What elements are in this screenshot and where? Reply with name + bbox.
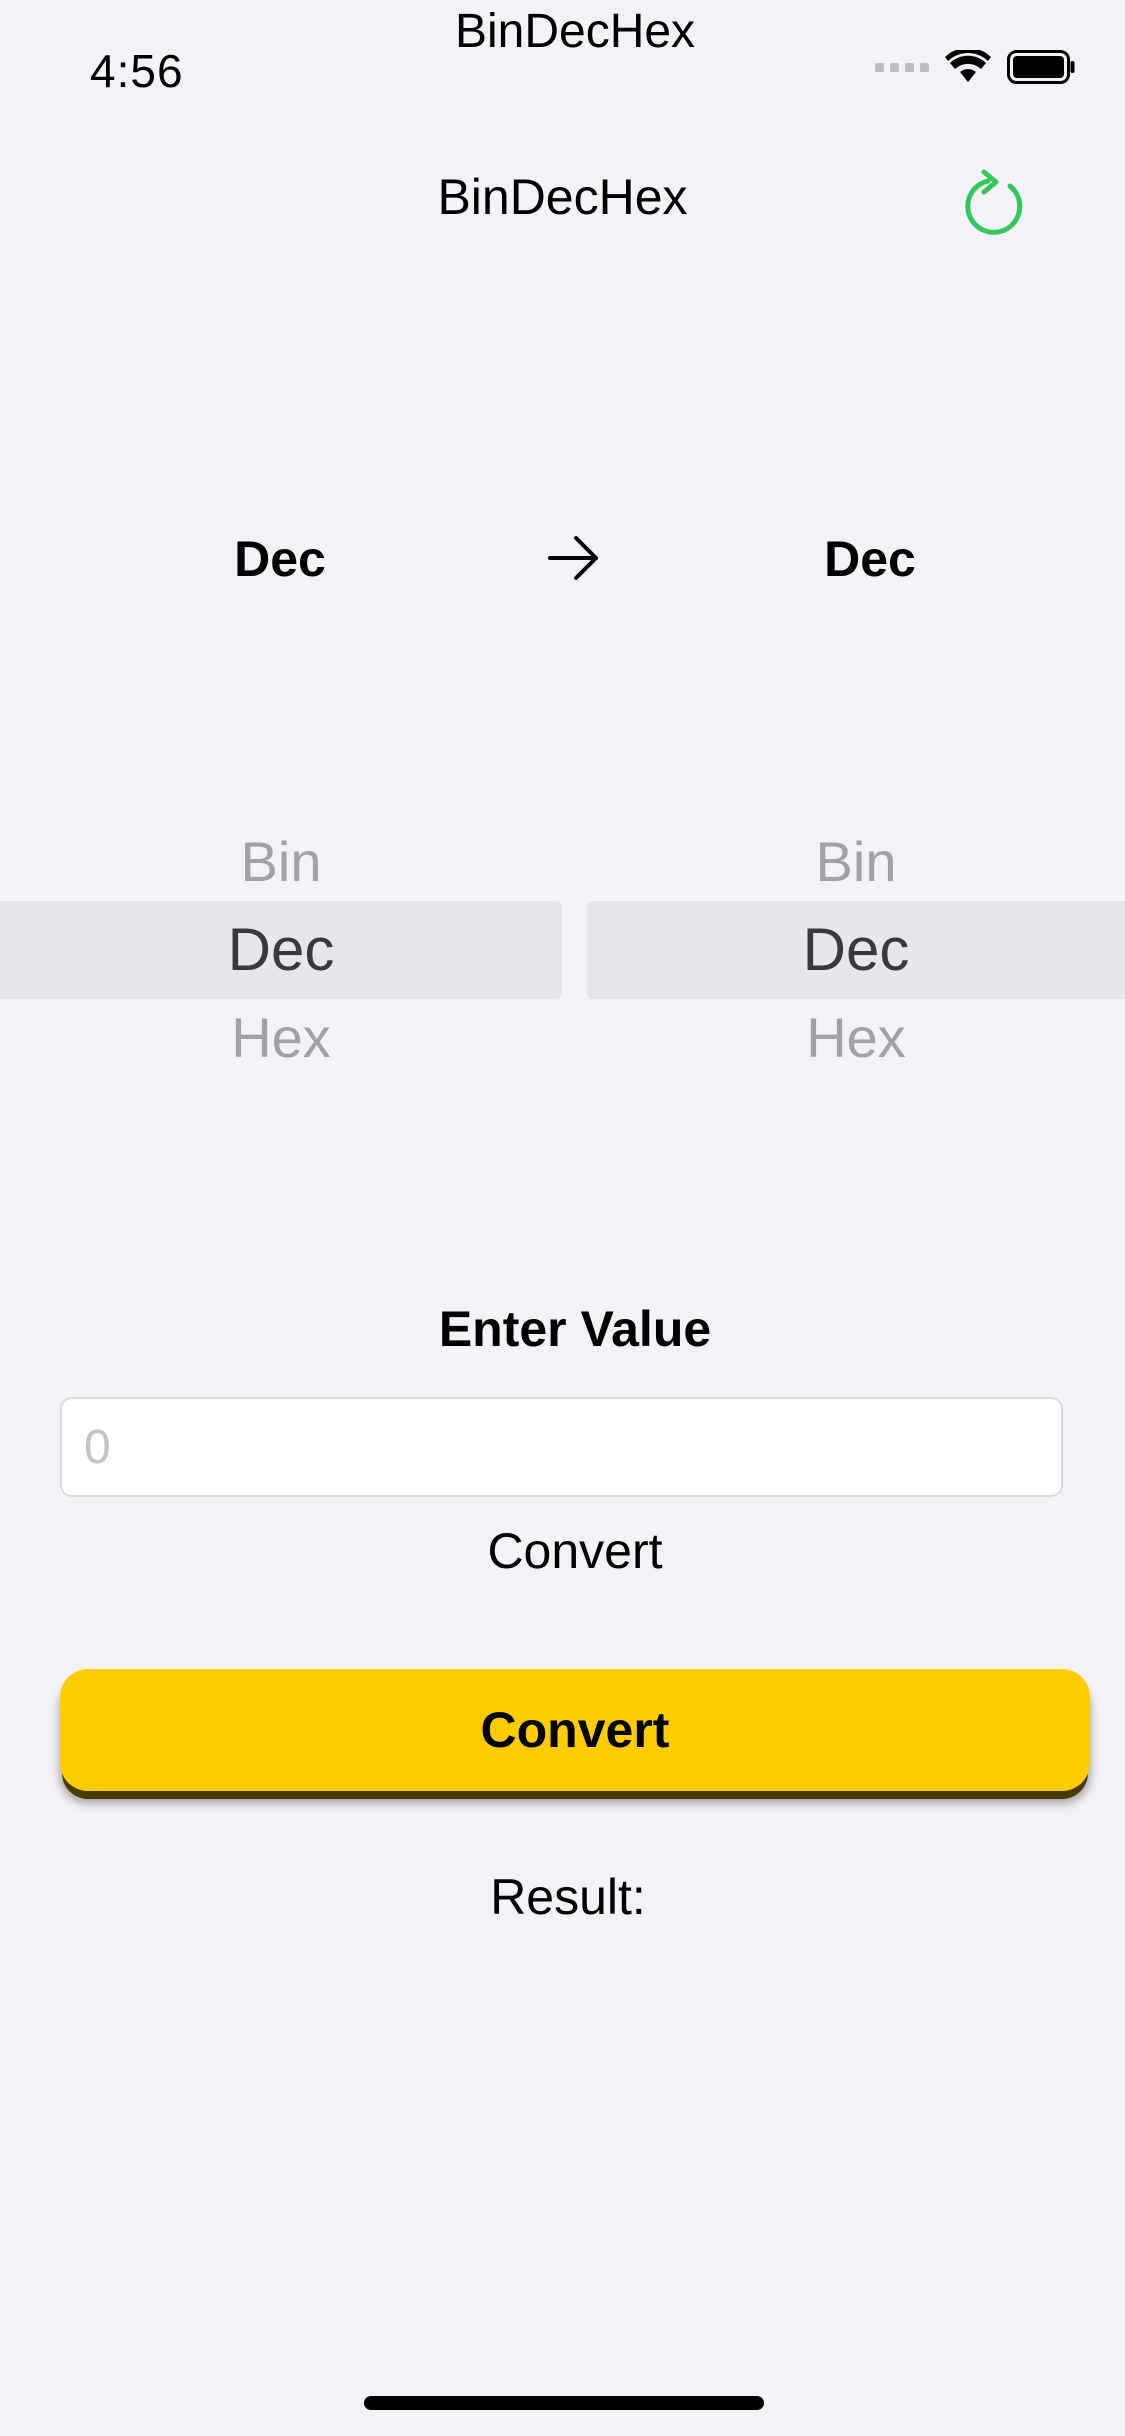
convert-caption: Convert	[487, 1523, 663, 1579]
from-base-picker[interactable]: Bin Dec Hex	[0, 815, 562, 1095]
refresh-icon[interactable]	[960, 160, 1032, 238]
picker-option-hex[interactable]: Hex	[587, 1005, 1125, 1070]
picker-option-bin[interactable]: Bin	[587, 829, 1125, 894]
cellular-signal-icon	[875, 62, 929, 72]
home-indicator	[364, 2396, 764, 2410]
arrow-right-icon	[548, 536, 598, 580]
to-base-label: Dec	[824, 531, 916, 587]
status-icons	[875, 50, 1075, 84]
nav-title: BinDecHex	[437, 169, 688, 225]
wifi-icon	[945, 50, 991, 82]
picker-option-dec[interactable]: Dec	[587, 915, 1125, 984]
result-label: Result:	[490, 1869, 646, 1925]
battery-icon	[1007, 50, 1075, 84]
enter-value-label: Enter Value	[438, 1301, 712, 1357]
picker-option-hex[interactable]: Hex	[0, 1005, 562, 1070]
picker-option-dec[interactable]: Dec	[0, 915, 562, 984]
from-base-label: Dec	[234, 531, 326, 587]
value-input[interactable]	[60, 1397, 1063, 1497]
to-base-picker[interactable]: Bin Dec Hex	[587, 815, 1125, 1095]
convert-button[interactable]: Convert	[60, 1669, 1090, 1791]
picker-option-bin[interactable]: Bin	[0, 829, 562, 894]
